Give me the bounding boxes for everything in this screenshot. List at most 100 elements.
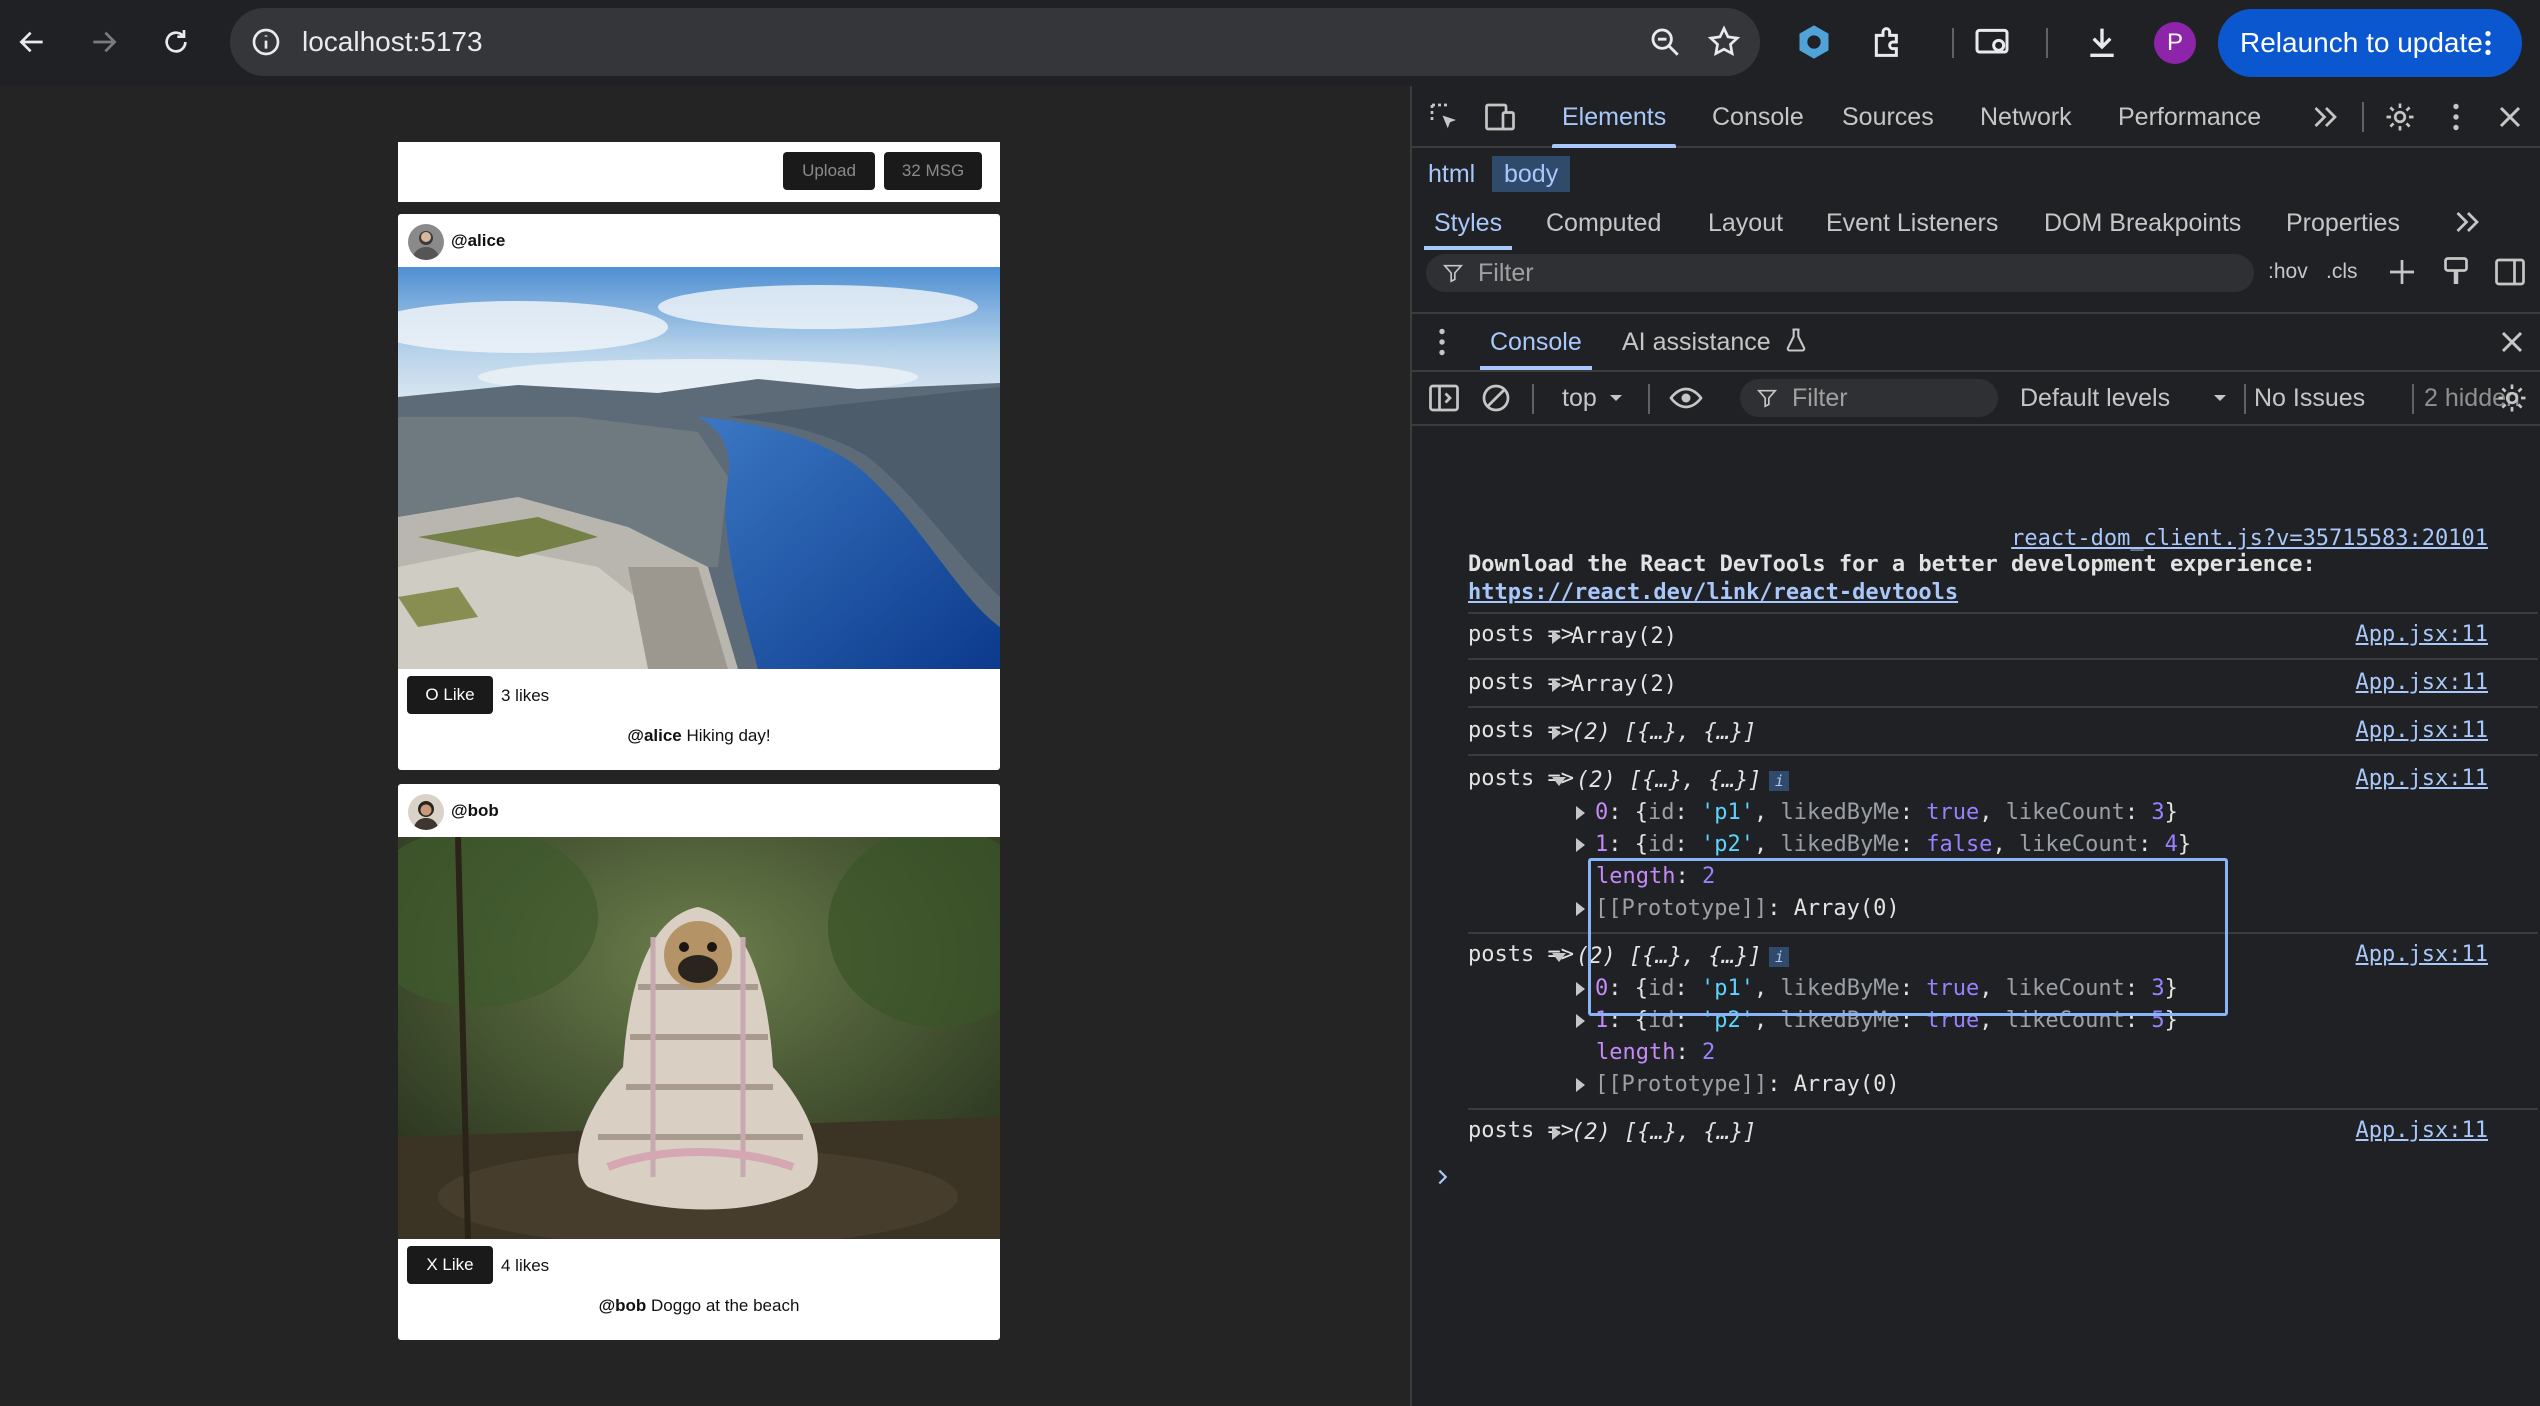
source-link[interactable]: App.jsx:11: [2356, 718, 2488, 743]
log-value[interactable]: (2) [{…}, {…}]: [1552, 720, 1756, 745]
object-entry[interactable]: 1: {id: 'p2', likedByMe: false, likeCoun…: [1576, 832, 2191, 857]
expand-triangle-icon[interactable]: [1552, 726, 1561, 740]
upload-button[interactable]: Upload: [783, 152, 875, 190]
console-filter-input[interactable]: Filter: [1740, 379, 1998, 417]
device-toolbar-icon[interactable]: [1482, 99, 1518, 135]
drawer-close-icon[interactable]: [2494, 324, 2530, 360]
log-array: Array(2): [1571, 624, 1677, 649]
hov-toggle[interactable]: :hov: [2268, 250, 2308, 294]
cls-toggle[interactable]: .cls: [2326, 250, 2358, 294]
styles-filter-input[interactable]: Filter: [1426, 254, 2254, 292]
console-sidebar-icon[interactable]: [1426, 380, 1462, 416]
source-link[interactable]: App.jsx:11: [2356, 942, 2488, 967]
issues-button[interactable]: No Issues: [2254, 372, 2365, 424]
like-button[interactable]: O Like: [407, 676, 493, 714]
info-badge-icon[interactable]: i: [1769, 771, 1790, 791]
log-value[interactable]: (2) [{…}, {…}]: [1552, 1120, 1756, 1145]
selection-highlight: [1588, 858, 2228, 1016]
log-array: (2) [{…}, {…}]: [1576, 768, 1762, 793]
forward-icon[interactable]: [82, 20, 126, 64]
close-icon[interactable]: [2492, 99, 2528, 135]
inspect-element-icon[interactable]: [1426, 99, 1462, 135]
tab-performance[interactable]: Performance: [2118, 86, 2261, 148]
profile-avatar[interactable]: P: [2154, 22, 2196, 64]
subtab-layout[interactable]: Layout: [1708, 198, 1783, 248]
context-selector[interactable]: top: [1562, 372, 1597, 424]
object-prototype[interactable]: [[Prototype]]: Array(0): [1576, 1072, 1900, 1097]
console-prompt-icon[interactable]: [1432, 1166, 1454, 1188]
expand-triangle-icon[interactable]: [1576, 1014, 1585, 1028]
subtab-dom-breakpoints[interactable]: DOM Breakpoints: [2044, 198, 2241, 248]
log-levels-selector[interactable]: Default levels: [2020, 372, 2170, 424]
extension-icon[interactable]: [1794, 22, 1834, 62]
cast-icon[interactable]: [1972, 22, 2012, 62]
more-subtabs-icon[interactable]: [2450, 204, 2486, 240]
expand-triangle-icon[interactable]: [1576, 838, 1585, 852]
chevron-down-icon[interactable]: [1604, 386, 1628, 410]
more-tabs-icon[interactable]: [2308, 99, 2344, 135]
subtab-properties[interactable]: Properties: [2286, 198, 2400, 248]
toolbar-separator: [2362, 102, 2364, 132]
tab-elements[interactable]: Elements: [1551, 86, 1677, 148]
like-button[interactable]: X Like: [407, 1246, 493, 1284]
post-username[interactable]: @alice: [451, 231, 505, 251]
console-settings-icon[interactable]: [2494, 380, 2530, 416]
console-message: Download the React DevTools for a better…: [1468, 552, 2316, 577]
expand-triangle-icon[interactable]: [1552, 1126, 1561, 1140]
tab-network[interactable]: Network: [1980, 86, 2072, 148]
expand-triangle-icon[interactable]: [1552, 630, 1561, 644]
subtab-styles[interactable]: Styles: [1423, 198, 1513, 250]
new-rule-icon[interactable]: [2384, 254, 2420, 290]
tab-console[interactable]: Console: [1712, 86, 1804, 148]
expand-triangle-icon[interactable]: [1576, 806, 1585, 820]
star-icon[interactable]: [1706, 24, 1742, 60]
relaunch-button[interactable]: Relaunch to update: [2218, 9, 2522, 77]
console-link[interactable]: https://react.dev/link/react-devtools: [1468, 580, 1958, 605]
console-toolbar: top Filter Default levels No Issues 2 hi…: [1412, 370, 2540, 426]
source-link[interactable]: App.jsx:11: [2356, 622, 2488, 647]
sidebar-toggle-icon[interactable]: [2492, 254, 2528, 290]
reload-icon[interactable]: [154, 20, 198, 64]
expand-triangle-icon[interactable]: [1576, 982, 1585, 996]
object-length: length: 2: [1596, 1040, 1716, 1065]
subtab-computed[interactable]: Computed: [1546, 198, 1661, 248]
post-username[interactable]: @bob: [451, 801, 499, 821]
source-link[interactable]: react-dom_client.js?v=35715583:20101: [2011, 526, 2488, 551]
address-bar[interactable]: localhost:5173: [230, 8, 1760, 76]
source-link[interactable]: App.jsx:11: [2356, 670, 2488, 695]
menu-icon[interactable]: [2472, 27, 2504, 59]
msg-button[interactable]: 32 MSG: [884, 152, 982, 190]
log-value[interactable]: Array(2): [1552, 672, 1677, 697]
log-value[interactable]: (2) [{…}, {…}] i: [1552, 768, 1790, 793]
expand-triangle-icon[interactable]: [1576, 1078, 1585, 1092]
log-value[interactable]: Array(2): [1552, 624, 1677, 649]
puzzle-icon[interactable]: [1868, 22, 1908, 62]
collapse-triangle-icon[interactable]: [1552, 952, 1566, 962]
subtab-event-listeners[interactable]: Event Listeners: [1826, 198, 1998, 248]
paint-brush-icon[interactable]: [2438, 254, 2474, 290]
zoom-icon[interactable]: [1648, 25, 1682, 59]
drawer-menu-icon[interactable]: [1424, 324, 1460, 360]
expand-triangle-icon[interactable]: [1576, 902, 1585, 916]
expand-triangle-icon[interactable]: [1552, 678, 1561, 692]
drawer-tab-ai-assistance[interactable]: AI assistance: [1622, 314, 1771, 370]
filter-placeholder: Filter: [1478, 259, 1534, 287]
tab-sources[interactable]: Sources: [1842, 86, 1934, 148]
top-bar-card: Upload 32 MSG: [398, 142, 1000, 202]
clear-console-icon[interactable]: [1478, 380, 1514, 416]
settings-gear-icon[interactable]: [2382, 99, 2418, 135]
eye-icon[interactable]: [1668, 380, 1704, 416]
object-entry[interactable]: 0: {id: 'p1', likedByMe: true, likeCount…: [1576, 800, 2178, 825]
breadcrumb-body[interactable]: body: [1492, 156, 1571, 192]
collapse-triangle-icon[interactable]: [1552, 776, 1566, 786]
drawer-tab-console[interactable]: Console: [1480, 314, 1592, 370]
back-icon[interactable]: [10, 20, 54, 64]
info-icon[interactable]: [250, 26, 282, 58]
breadcrumb-html[interactable]: html: [1416, 156, 1487, 192]
source-link[interactable]: App.jsx:11: [2356, 766, 2488, 791]
chevron-down-icon[interactable]: [2208, 386, 2232, 410]
kebab-menu-icon[interactable]: [2438, 99, 2474, 135]
download-icon[interactable]: [2082, 22, 2122, 62]
source-link[interactable]: App.jsx:11: [2356, 1118, 2488, 1143]
url-text[interactable]: localhost:5173: [302, 8, 483, 76]
